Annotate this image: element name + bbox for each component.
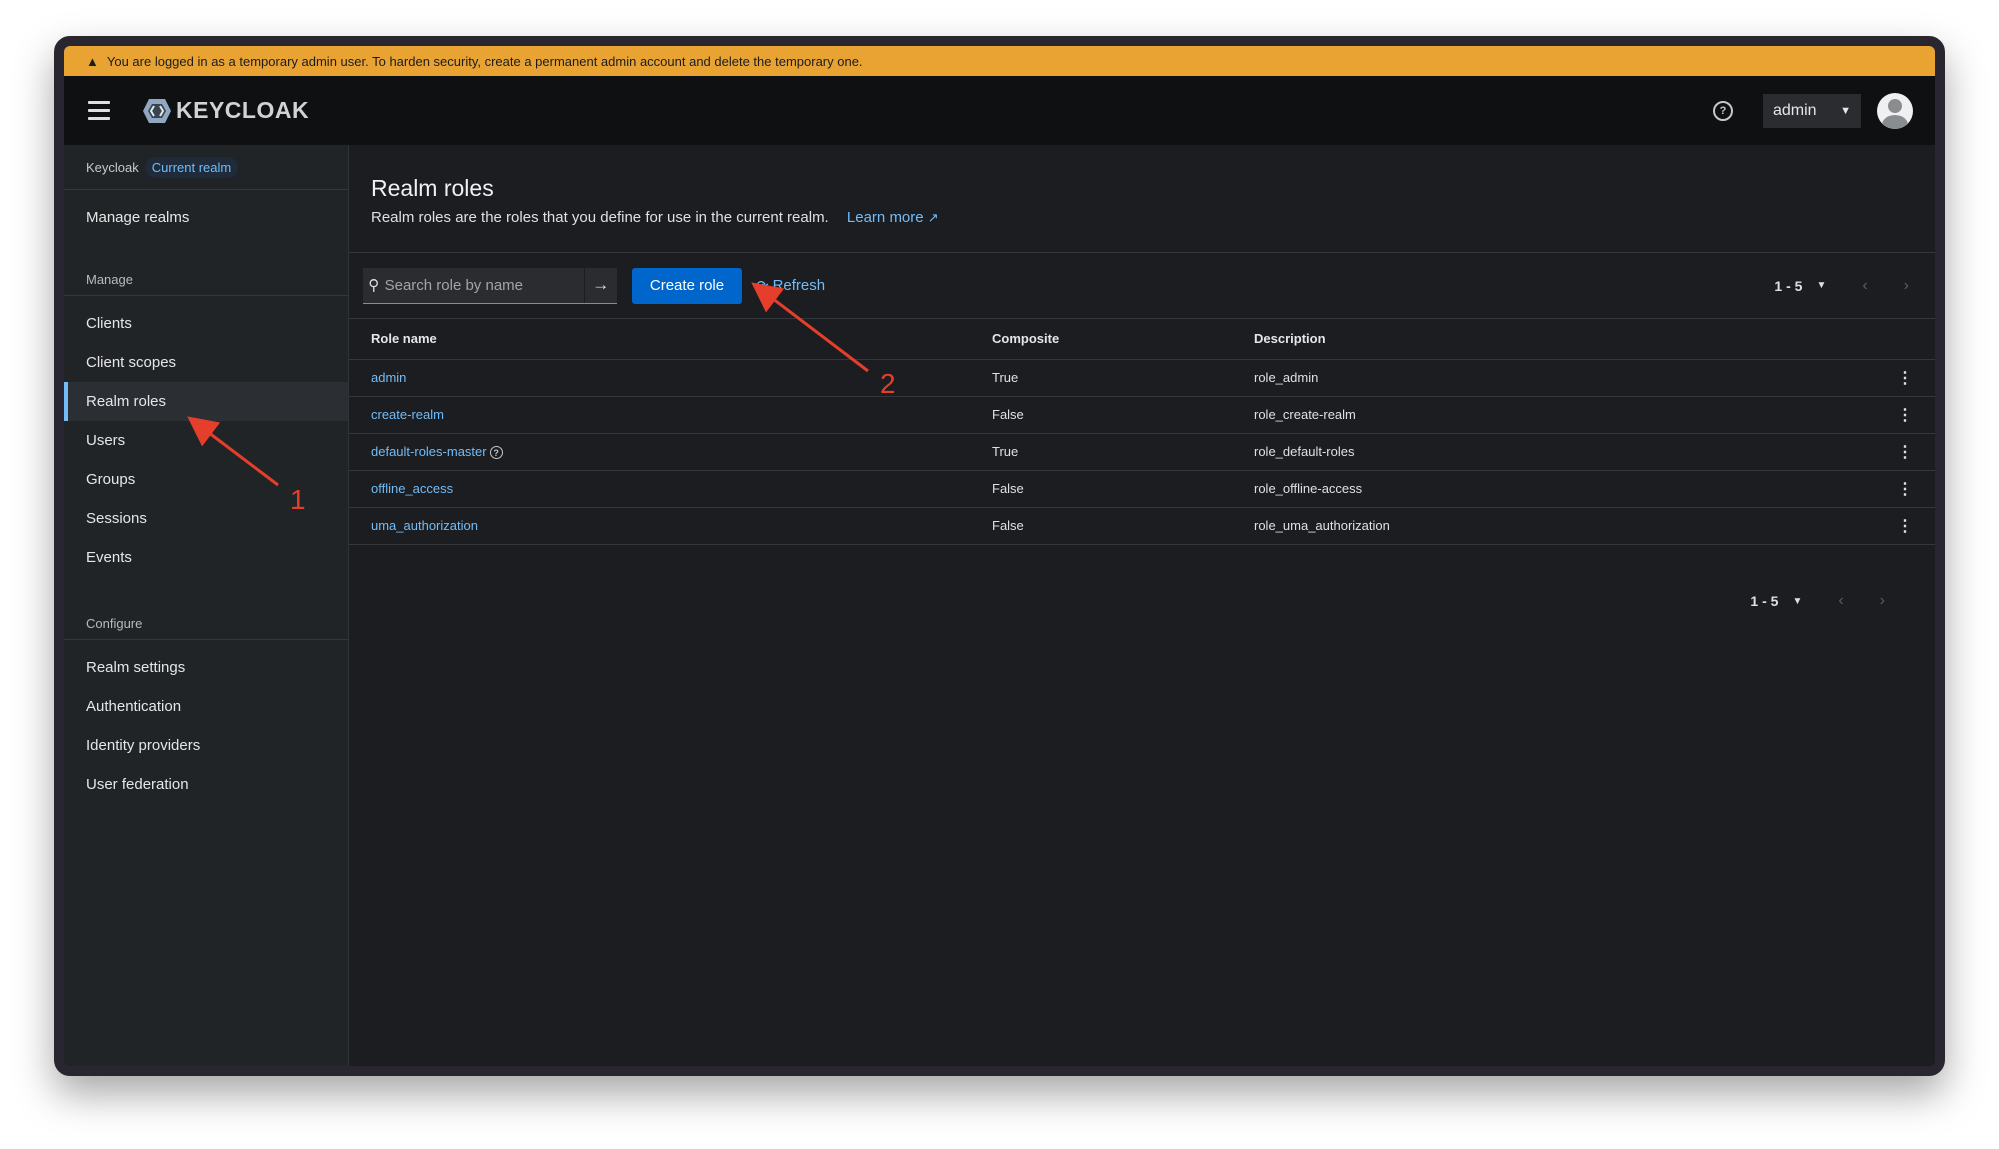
arrow-right-icon[interactable]: → bbox=[583, 267, 617, 303]
masthead: KEYCLOAK ? admin ▼ bbox=[64, 76, 1935, 145]
temporary-admin-banner: ▲ You are logged in as a temporary admin… bbox=[64, 46, 1935, 76]
role-name-cell: default-roles-master? bbox=[349, 433, 992, 471]
refresh-button[interactable]: ⟳ Refresh bbox=[756, 277, 825, 295]
realm-selector[interactable]: Keycloak Current realm bbox=[64, 145, 348, 190]
role-name-link[interactable]: create-realm bbox=[349, 396, 992, 434]
annotation-label-1: 1 bbox=[290, 484, 306, 515]
table-header-row: Role name Composite Description bbox=[349, 319, 1935, 360]
role-name-link[interactable]: default-roles-master bbox=[371, 444, 487, 459]
app-window: ▲ You are logged in as a temporary admin… bbox=[54, 36, 1945, 1076]
help-icon[interactable]: ? bbox=[1713, 100, 1733, 121]
role-composite: False bbox=[992, 470, 1254, 508]
chevron-down-icon[interactable]: ▼ bbox=[1816, 280, 1826, 291]
sidebar-item-realm-roles[interactable]: Realm roles bbox=[64, 382, 348, 421]
table-row: default-roles-master? True role_default-… bbox=[349, 433, 1935, 471]
kebab-menu-icon[interactable]: ⋮ bbox=[1897, 370, 1913, 387]
create-role-button[interactable]: Create role bbox=[632, 267, 742, 304]
role-name-link[interactable]: offline_access bbox=[349, 470, 992, 508]
banner-text: You are logged in as a temporary admin u… bbox=[106, 53, 863, 69]
current-realm-badge: Current realm bbox=[144, 156, 239, 178]
column-header-composite[interactable]: Composite bbox=[992, 319, 1254, 360]
help-icon[interactable]: ? bbox=[489, 446, 503, 460]
table-row: create-realm False role_create-realm ⋮ bbox=[349, 396, 1935, 434]
role-composite: True bbox=[992, 433, 1254, 471]
learn-more-link[interactable]: Learn more ↗ bbox=[847, 209, 939, 226]
brand-name: KEYCLOAK bbox=[176, 97, 310, 123]
page-title: Realm roles bbox=[371, 175, 494, 201]
sidebar-item-realm-settings[interactable]: Realm settings bbox=[64, 648, 348, 687]
annotation-label-2: 2 bbox=[880, 368, 896, 399]
role-composite: True bbox=[992, 359, 1254, 397]
realm-label: Keycloak bbox=[86, 159, 139, 175]
next-page-icon[interactable]: › bbox=[1880, 592, 1885, 610]
column-header-actions bbox=[1875, 319, 1935, 360]
previous-page-icon[interactable]: ‹ bbox=[1862, 277, 1867, 295]
refresh-icon: ⟳ bbox=[756, 277, 769, 295]
sidebar-group-configure: Configure bbox=[64, 607, 348, 640]
page-description: Realm roles are the roles that you defin… bbox=[371, 209, 1913, 226]
keycloak-logo-icon bbox=[143, 98, 171, 123]
pagination-range[interactable]: 1 - 5 bbox=[1774, 278, 1802, 294]
page-description-text: Realm roles are the roles that you defin… bbox=[371, 209, 829, 226]
role-name-link[interactable]: uma_authorization bbox=[349, 507, 992, 545]
toolbar: ⚲ → Create role ⟳ Refresh 1 - 5 ▼ ‹ › bbox=[349, 253, 1935, 319]
sidebar-item-clients[interactable]: Clients bbox=[64, 304, 348, 343]
main-content: Realm roles Realm roles are the roles th… bbox=[349, 145, 1935, 1066]
kebab-menu-icon[interactable]: ⋮ bbox=[1897, 518, 1913, 535]
page-header: Realm roles Realm roles are the roles th… bbox=[349, 145, 1935, 253]
search-box: ⚲ → bbox=[363, 267, 617, 304]
sidebar: Keycloak Current realm Manage realms Man… bbox=[64, 145, 349, 1066]
top-pagination: 1 - 5 ▼ ‹ › bbox=[1774, 277, 1909, 295]
role-composite: False bbox=[992, 396, 1254, 434]
role-description: role_default-roles bbox=[1254, 433, 1875, 471]
chevron-down-icon: ▼ bbox=[1840, 104, 1851, 117]
role-description: role_admin bbox=[1254, 359, 1875, 397]
role-composite: False bbox=[992, 507, 1254, 545]
external-link-icon: ↗ bbox=[927, 210, 939, 225]
sidebar-item-identity-providers[interactable]: Identity providers bbox=[64, 726, 348, 765]
bottom-pagination: 1 - 5 ▼ ‹ › bbox=[1750, 592, 1885, 610]
sidebar-item-events[interactable]: Events bbox=[64, 538, 348, 577]
table-row: admin True role_admin ⋮ bbox=[349, 359, 1935, 397]
sidebar-item-users[interactable]: Users bbox=[64, 421, 348, 460]
role-description: role_offline-access bbox=[1254, 470, 1875, 508]
learn-more-label: Learn more bbox=[846, 209, 924, 226]
previous-page-icon[interactable]: ‹ bbox=[1838, 592, 1843, 610]
sidebar-item-client-scopes[interactable]: Client scopes bbox=[64, 343, 348, 382]
kebab-menu-icon[interactable]: ⋮ bbox=[1897, 407, 1913, 424]
search-input[interactable] bbox=[384, 276, 584, 294]
roles-table: Role name Composite Description admin Tr… bbox=[349, 319, 1935, 545]
user-name: admin bbox=[1773, 101, 1817, 119]
hamburger-menu-icon[interactable] bbox=[88, 101, 110, 120]
sidebar-group-manage: Manage bbox=[64, 263, 348, 296]
warning-icon: ▲ bbox=[86, 53, 99, 69]
kebab-menu-icon[interactable]: ⋮ bbox=[1897, 481, 1913, 498]
kebab-menu-icon[interactable]: ⋮ bbox=[1897, 444, 1913, 461]
sidebar-item-authentication[interactable]: Authentication bbox=[64, 687, 348, 726]
sidebar-item-user-federation[interactable]: User federation bbox=[64, 765, 348, 804]
next-page-icon[interactable]: › bbox=[1904, 277, 1909, 295]
user-dropdown[interactable]: admin ▼ bbox=[1763, 93, 1861, 128]
table-row: uma_authorization False role_uma_authori… bbox=[349, 507, 1935, 545]
chevron-down-icon[interactable]: ▼ bbox=[1792, 596, 1802, 607]
search-icon: ⚲ bbox=[368, 277, 380, 294]
keycloak-logo[interactable]: KEYCLOAK bbox=[142, 97, 309, 124]
table-row: offline_access False role_offline-access… bbox=[349, 470, 1935, 508]
sidebar-item-manage-realms[interactable]: Manage realms bbox=[64, 198, 348, 237]
role-description: role_uma_authorization bbox=[1254, 507, 1875, 545]
pagination-range[interactable]: 1 - 5 bbox=[1750, 593, 1778, 609]
column-header-description[interactable]: Description bbox=[1254, 319, 1875, 360]
role-description: role_create-realm bbox=[1254, 396, 1875, 434]
column-header-role-name[interactable]: Role name bbox=[349, 319, 992, 360]
refresh-label: Refresh bbox=[772, 277, 826, 294]
avatar[interactable] bbox=[1877, 92, 1913, 129]
